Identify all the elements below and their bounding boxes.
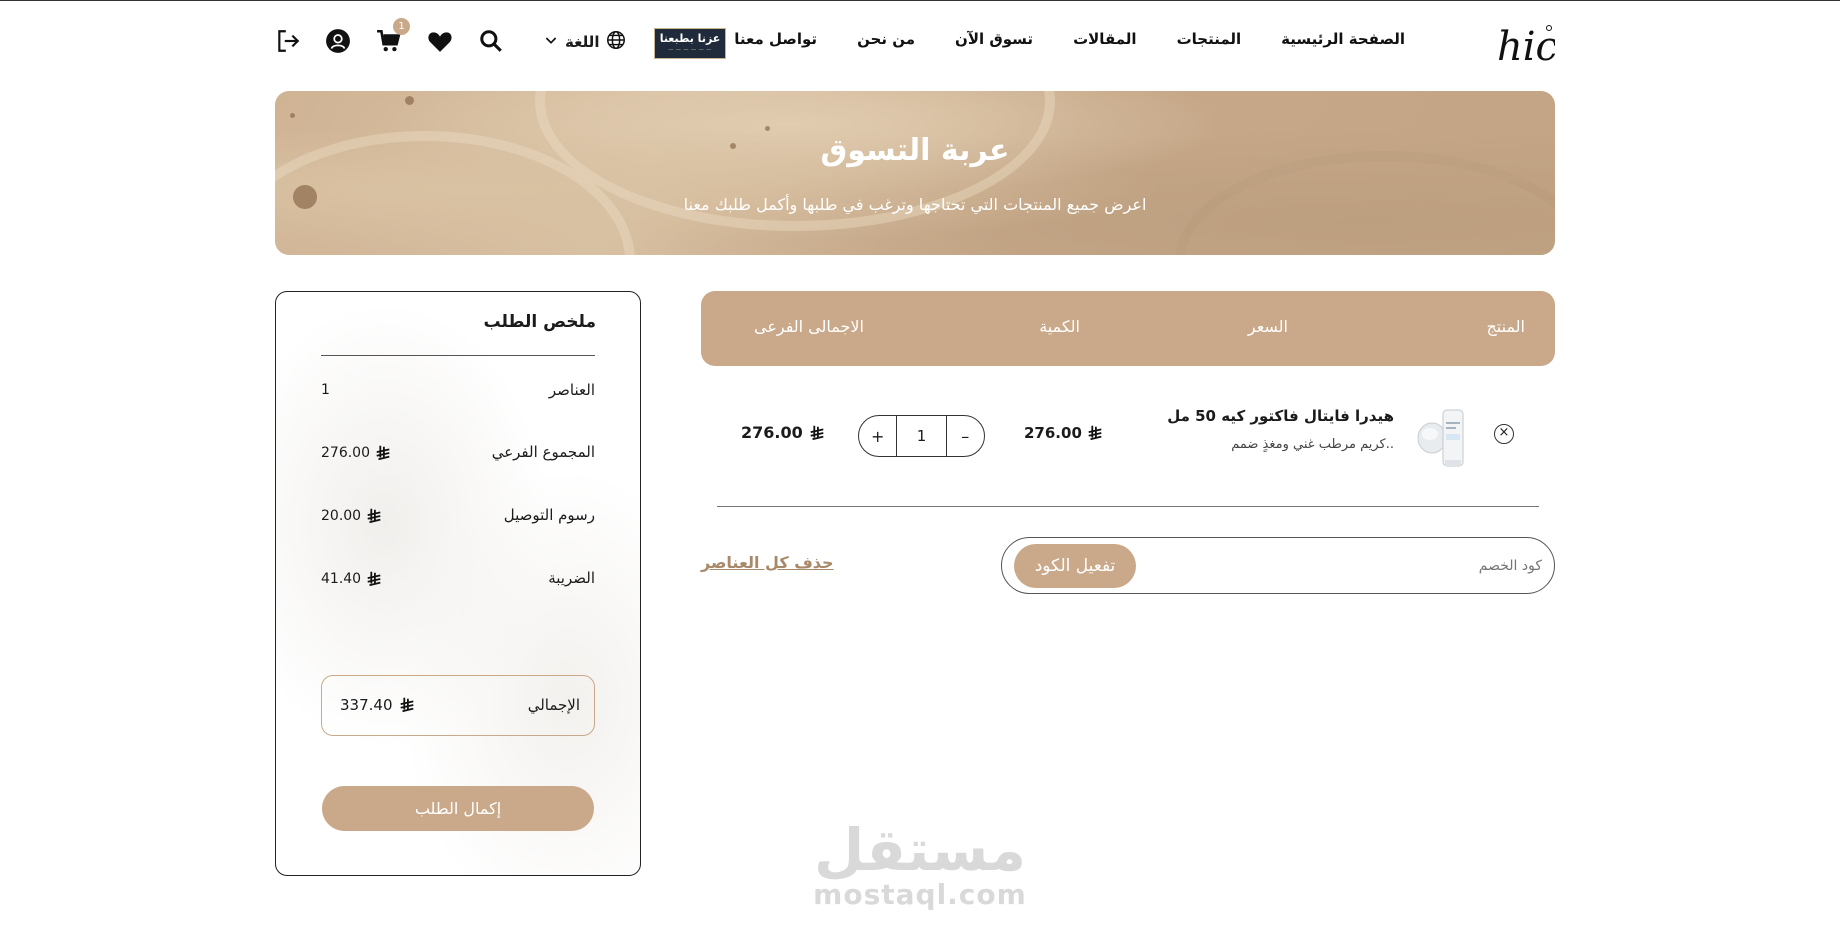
column-subtotal: الاجمالى الفرعى (753, 317, 864, 336)
campaign-badge-title: عزنا بطبعنا (659, 32, 721, 45)
order-total-box: الإجمالي 337.40 (321, 675, 595, 736)
product-thumbnail[interactable] (1416, 404, 1472, 470)
summary-value-text: 41.40 (321, 571, 362, 587)
total-label: الإجمالي (527, 696, 580, 714)
summary-value: 41.40 (321, 570, 383, 588)
column-quantity: الكمية (1039, 317, 1080, 336)
summary-row-items: العناصر 1 (321, 381, 595, 405)
riyal-icon (367, 508, 381, 524)
watermark-latin: mostaql.com (813, 878, 1027, 911)
language-label: اللغة (565, 33, 600, 51)
total-value-text: 337.40 (340, 696, 393, 714)
quantity-value[interactable]: 1 (896, 416, 947, 456)
product-name[interactable]: هيدرا فايتال فاكتور كيه 50 مل (1167, 407, 1394, 425)
decrease-quantity-button[interactable]: – (947, 427, 984, 446)
banner-decoration (765, 126, 770, 131)
summary-label: رسوم التوصيل (503, 506, 595, 524)
riyal-icon (400, 697, 414, 713)
nav-articles[interactable]: المقالات (1073, 30, 1137, 48)
summary-row-tax: الضريبة 41.40 (321, 569, 595, 593)
coupon-form: تفعيل الكود (1001, 537, 1555, 594)
main-nav: الصفحة الرئيسية المنتجات المقالات تسوق ا… (734, 30, 1405, 48)
user-icon[interactable] (323, 26, 353, 56)
riyal-icon (810, 425, 824, 440)
chevron-down-icon (543, 32, 559, 52)
heart-icon[interactable] (425, 26, 455, 56)
nav-shop-now[interactable]: تسوق الآن (955, 30, 1033, 48)
close-icon: × (1498, 425, 1510, 440)
coupon-input[interactable] (1162, 552, 1542, 580)
item-price-value: 276.00 (1024, 424, 1082, 442)
campaign-badge-subline: — — — — — — (668, 47, 712, 53)
search-icon[interactable] (476, 26, 506, 56)
riyal-icon (376, 445, 390, 461)
summary-value-text: 1 (321, 382, 330, 398)
watermark-arabic: مستقل (813, 816, 1027, 884)
nav-contact[interactable]: تواصل معنا (734, 30, 817, 48)
summary-value-text: 20.00 (321, 508, 362, 524)
quantity-stepper: + 1 – (858, 415, 985, 457)
globe-icon (605, 29, 627, 55)
riyal-icon (1088, 425, 1102, 441)
summary-value: 20.00 (321, 507, 383, 525)
page-title: عربة التسوق (820, 133, 1010, 168)
cart-table-header: المنتج السعر الكمية الاجمالى الفرعى (701, 291, 1555, 366)
item-subtotal-value: 276.00 (741, 423, 803, 442)
nav-about[interactable]: من نحن (857, 30, 915, 48)
summary-value: 1 (321, 382, 330, 398)
summary-title: ملخص الطلب (483, 312, 596, 332)
campaign-badge-logo: عزنا بطبعنا — — — — — — (654, 28, 726, 59)
item-subtotal: 276.00 (741, 423, 826, 442)
banner-decoration (405, 96, 414, 105)
language-selector[interactable]: اللغة (543, 29, 627, 55)
nav-products[interactable]: المنتجات (1177, 30, 1242, 48)
banner-decoration (290, 113, 295, 118)
watermark: مستقل mostaql.com (800, 820, 1040, 910)
top-border (0, 0, 1840, 1)
page-subtitle: اعرض جميع المنتجات التي تحتاجها وترغب في… (683, 195, 1147, 214)
cart-count-badge: 1 (393, 18, 410, 35)
total-value: 337.40 (340, 696, 416, 714)
column-price: السعر (1247, 317, 1288, 336)
column-product: المنتج (1486, 317, 1525, 336)
summary-divider (321, 355, 595, 356)
logout-icon[interactable] (273, 26, 303, 56)
checkout-button[interactable]: إكمال الطلب (322, 786, 594, 831)
summary-row-subtotal: المجموع الفرعي 276.00 (321, 443, 595, 467)
summary-label: المجموع الفرعي (491, 443, 595, 461)
brand-logo[interactable]: hic (1493, 22, 1558, 70)
summary-row-delivery: رسوم التوصيل 20.00 (321, 506, 595, 530)
row-divider (717, 506, 1539, 507)
order-summary-panel: ملخص الطلب العناصر 1 المجموع الفرعي 276.… (275, 291, 641, 876)
clear-cart-link[interactable]: حذف كل العناصر (701, 553, 834, 572)
riyal-icon (367, 571, 381, 587)
product-description: كريم مرطب غني ومغذٍ ضمم.. (1231, 437, 1394, 452)
svg-text:hic: hic (1497, 24, 1555, 66)
summary-label: العناصر (548, 381, 595, 399)
site-header: hic الصفحة الرئيسية المنتجات المقالات تس… (273, 16, 1558, 70)
page-banner: عربة التسوق اعرض جميع المنتجات التي تحتا… (275, 91, 1555, 255)
nav-home[interactable]: الصفحة الرئيسية (1281, 30, 1405, 48)
summary-value: 276.00 (321, 444, 392, 462)
increase-quantity-button[interactable]: + (859, 427, 896, 446)
summary-label: الضريبة (548, 569, 595, 587)
apply-coupon-button[interactable]: تفعيل الكود (1014, 544, 1136, 588)
remove-item-button[interactable]: × (1494, 424, 1514, 444)
cart-item-row: × هيدرا فايتال فاكتور كيه 50 مل كريم مرط… (701, 380, 1555, 490)
item-price: 276.00 (1024, 424, 1104, 442)
cart-icon[interactable]: 1 (374, 18, 410, 56)
summary-value-text: 276.00 (321, 445, 370, 461)
